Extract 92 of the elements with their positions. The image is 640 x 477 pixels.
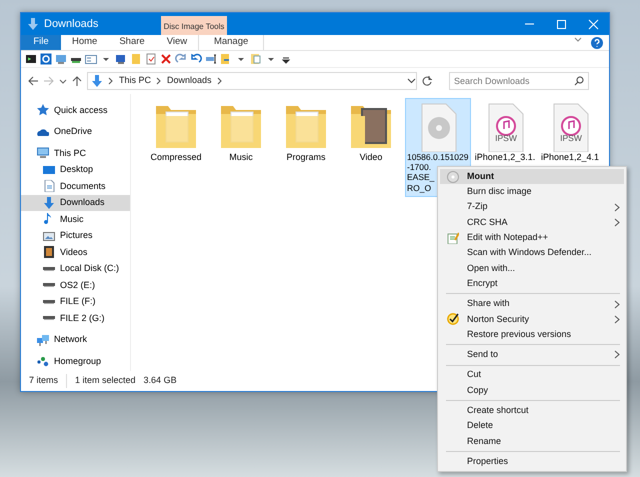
- file-item[interactable]: Video: [340, 98, 402, 167]
- document-icon: [43, 180, 55, 192]
- homegroup-icon: [37, 355, 49, 368]
- chevron-right-icon: [156, 77, 162, 85]
- undo-icon[interactable]: [190, 53, 202, 65]
- refresh-icon[interactable]: [421, 75, 433, 87]
- file-type-label: IPSW: [494, 133, 518, 144]
- download-arrow-icon: [43, 196, 55, 209]
- download-arrow-icon: [27, 18, 39, 30]
- chevron-right-icon: [108, 77, 114, 85]
- file-item[interactable]: IPSW iPhone1,2_3.1.: [474, 98, 536, 167]
- sidebar-item[interactable]: Homegroup: [21, 353, 130, 370]
- file-item[interactable]: IPSW iPhone1,2_4.1: [539, 98, 601, 167]
- desktop-icon: [43, 164, 55, 176]
- notepad-icon: [447, 232, 459, 244]
- sidebar-item[interactable]: Quick access: [21, 102, 130, 118]
- sidebar-item[interactable]: FILE (F:): [21, 294, 130, 310]
- item-count: 7 items: [29, 374, 58, 388]
- menu-item[interactable]: Copy: [440, 382, 624, 398]
- checklist-icon[interactable]: [145, 53, 157, 65]
- menu-item[interactable]: Scan with Windows Defender...: [440, 245, 624, 261]
- address-field[interactable]: This PC Downloads: [87, 72, 417, 90]
- disc-icon: [447, 170, 459, 183]
- menu-item[interactable]: Delete: [440, 418, 624, 434]
- selection-size: 3.64 GB: [144, 374, 177, 388]
- chevron-down-icon[interactable]: [407, 77, 416, 85]
- sidebar-item[interactable]: Documents: [21, 178, 130, 194]
- breadcrumb-link[interactable]: Downloads: [167, 74, 212, 88]
- breadcrumb-link[interactable]: This PC: [119, 74, 152, 88]
- ribbon-tab[interactable]: Manage: [198, 35, 264, 50]
- menu-item[interactable]: Restore previous versions: [440, 326, 624, 342]
- sidebar-item[interactable]: OneDrive: [21, 124, 130, 140]
- sidebar-item[interactable]: Downloads: [21, 194, 130, 211]
- menu-item[interactable]: Share with: [440, 296, 624, 312]
- file-type-label: IPSW: [559, 133, 583, 144]
- menu-item[interactable]: Send to: [440, 347, 624, 363]
- computer-icon[interactable]: [115, 53, 127, 65]
- menu-item[interactable]: 7-Zip: [440, 200, 624, 215]
- drive-icon: [43, 283, 55, 288]
- menu-item[interactable]: Norton Security: [440, 312, 624, 327]
- sidebar-item[interactable]: This PC: [21, 145, 130, 162]
- help-icon[interactable]: [591, 37, 603, 49]
- chevron-right-icon: [216, 77, 223, 85]
- delete-icon[interactable]: [160, 53, 172, 65]
- drive-icon: [43, 266, 55, 271]
- sidebar-item[interactable]: Pictures: [21, 228, 130, 244]
- up-arrow-icon[interactable]: [71, 75, 83, 87]
- maximize-icon: [554, 18, 568, 30]
- menu-item[interactable]: Mount: [440, 169, 624, 184]
- sidebar-item[interactable]: Network: [21, 332, 130, 348]
- menu-item[interactable]: Encrypt: [440, 276, 624, 292]
- window-title: Downloads: [44, 16, 98, 32]
- file-item[interactable]: Programs: [275, 98, 337, 167]
- contextual-tab-header: Disc Image Tools: [161, 16, 227, 35]
- ribbon-tab[interactable]: Share: [108, 35, 156, 50]
- selection-count: 1 item selected: [66, 374, 136, 388]
- ribbon-tab[interactable]: Home: [61, 35, 108, 50]
- ribbon-tab[interactable]: View: [156, 35, 198, 50]
- drive-icon: [43, 300, 55, 304]
- chevron-down-icon[interactable]: [59, 77, 67, 85]
- rename-icon[interactable]: [205, 53, 217, 65]
- redo-icon[interactable]: [175, 53, 187, 65]
- star-icon: [37, 104, 49, 116]
- checkmark-badge-icon: [447, 313, 459, 326]
- sidebar-item[interactable]: Local Disk (C:): [21, 260, 130, 277]
- download-arrow-icon: [91, 75, 103, 87]
- menu-item[interactable]: CRC SHA: [440, 214, 624, 230]
- ribbon-tab[interactable]: File: [21, 35, 61, 50]
- file-item[interactable]: Compressed: [145, 98, 207, 167]
- terminal-icon[interactable]: [25, 53, 37, 65]
- menu-item[interactable]: Edit with Notepad++: [440, 230, 624, 246]
- menu-item[interactable]: Open with...: [440, 260, 624, 276]
- sidebar-item[interactable]: Desktop: [21, 162, 130, 178]
- sidebar-item[interactable]: Videos: [21, 244, 130, 260]
- chevron-right-icon: [614, 350, 620, 360]
- close-icon: [586, 18, 600, 30]
- file-item[interactable]: Music: [210, 98, 272, 167]
- back-arrow-icon[interactable]: [27, 75, 39, 87]
- sidebar-item[interactable]: FILE 2 (G:): [21, 310, 130, 326]
- computer-icon: [37, 147, 49, 160]
- menu-item[interactable]: Properties: [440, 454, 624, 470]
- menu-item[interactable]: Rename: [440, 434, 624, 450]
- network-icon: [37, 334, 49, 346]
- menu-item[interactable]: Create shortcut: [440, 403, 624, 418]
- drive-icon: [43, 316, 55, 320]
- film-icon: [43, 246, 55, 258]
- search-icon[interactable]: [574, 76, 584, 86]
- picture-icon: [43, 230, 55, 242]
- sidebar-item[interactable]: OS2 (E:): [21, 277, 130, 294]
- menu-item[interactable]: Cut: [440, 368, 624, 383]
- search-field[interactable]: Search Downloads: [449, 72, 589, 90]
- sidebar-item[interactable]: Music: [21, 211, 130, 228]
